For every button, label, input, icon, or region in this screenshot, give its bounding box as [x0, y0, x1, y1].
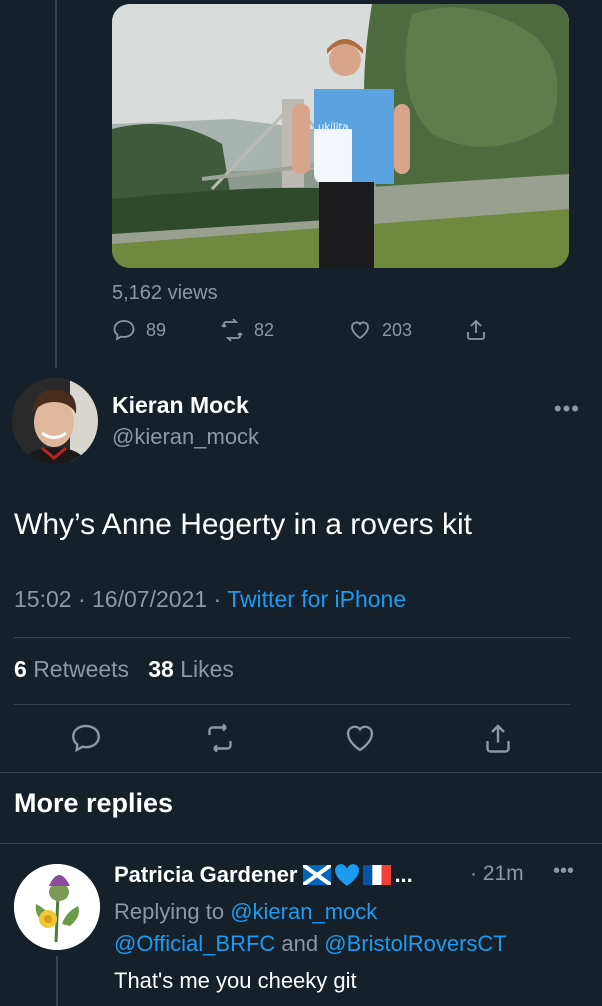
blue-heart-icon: [335, 864, 360, 886]
reply-icon: [72, 724, 100, 753]
reply-author[interactable]: Patricia Gardener ...: [114, 862, 413, 888]
retweet-icon: [221, 318, 243, 342]
share-button[interactable]: [480, 720, 516, 756]
tweet-media-video[interactable]: ukilita: [112, 4, 569, 268]
reply-time: · 21m: [470, 862, 524, 885]
author-name[interactable]: Kieran Mock: [112, 392, 249, 419]
name-emoji-group: ...: [303, 862, 413, 888]
thread-line: [55, 0, 57, 368]
view-count: 5,162 views: [112, 282, 218, 304]
tweet-stats: 6 Retweets 38 Likes: [14, 656, 234, 683]
tweet-actions: [14, 720, 574, 760]
retweets-stat[interactable]: 6 Retweets: [14, 656, 129, 682]
avatar[interactable]: [12, 378, 98, 464]
reply-count: 89: [146, 319, 167, 340]
retweet-action[interactable]: 82: [220, 318, 274, 342]
name-truncation: ...: [394, 862, 413, 887]
divider: [0, 843, 602, 844]
avatar[interactable]: [14, 864, 100, 950]
france-flag-icon: [363, 865, 392, 885]
tweet-text: Why’s Anne Hegerty in a rovers kit: [14, 508, 472, 541]
more-options-icon[interactable]: •••: [554, 396, 580, 422]
share-icon: [467, 319, 485, 340]
meta-separator: ·: [77, 586, 93, 612]
like-button[interactable]: [342, 720, 378, 756]
retweet-count: 82: [254, 319, 275, 340]
heart-icon: [351, 321, 369, 340]
like-count: 203: [382, 319, 413, 340]
retweets-label: Retweets: [33, 656, 130, 682]
more-options-icon[interactable]: •••: [553, 860, 574, 883]
mention-link[interactable]: @kieran_mock: [230, 899, 377, 924]
mention-link[interactable]: @Official_BRFC: [114, 931, 275, 956]
scotland-flag-icon: [303, 865, 332, 885]
retweet-button[interactable]: [202, 720, 238, 756]
tweet-author: Kieran Mock @kieran_mock •••: [12, 378, 592, 468]
meta-separator: ·: [213, 586, 228, 612]
tweet-date: 16/07/2021: [92, 586, 208, 612]
reply-icon: [113, 320, 135, 341]
reply-button[interactable]: [68, 720, 104, 756]
heart-icon: [346, 725, 374, 752]
divider: [14, 637, 570, 638]
replying-to: Replying to @kieran_mock @Official_BRFC …: [114, 896, 584, 960]
retweets-count: 6: [14, 656, 27, 682]
reply-author-name: Patricia Gardener: [114, 862, 298, 887]
tweet-source-link[interactable]: Twitter for iPhone: [227, 586, 406, 612]
mention-link[interactable]: @BristolRoversCT: [324, 931, 506, 956]
divider: [0, 772, 602, 773]
divider: [14, 704, 570, 705]
likes-count: 38: [148, 656, 174, 682]
kit-sponsor-text: ukilita: [318, 122, 349, 133]
author-handle[interactable]: @kieran_mock: [112, 424, 259, 450]
reply-tweet[interactable]: Patricia Gardener ... · 21m ••• Replying…: [0, 850, 602, 1006]
more-replies-heading: More replies: [14, 788, 174, 818]
share-icon: [486, 724, 510, 753]
like-action[interactable]: 203: [348, 318, 412, 342]
reply-text: That's me you cheeky git: [114, 968, 357, 993]
retweet-icon: [208, 723, 232, 753]
replying-to-label: Replying to: [114, 899, 225, 924]
reply-action[interactable]: 89: [112, 318, 166, 342]
prior-tweet-actions: 89 82 203: [112, 318, 502, 348]
share-action[interactable]: [464, 318, 488, 342]
reply-time-value: 21m: [482, 862, 524, 885]
and-label: and: [281, 931, 319, 956]
tweet-meta: 15:02 · 16/07/2021 · Twitter for iPhone: [14, 586, 406, 613]
tweet-time: 15:02: [14, 586, 72, 612]
likes-label: Likes: [180, 656, 234, 682]
likes-stat[interactable]: 38 Likes: [148, 656, 234, 682]
thread-line: [56, 956, 58, 1006]
